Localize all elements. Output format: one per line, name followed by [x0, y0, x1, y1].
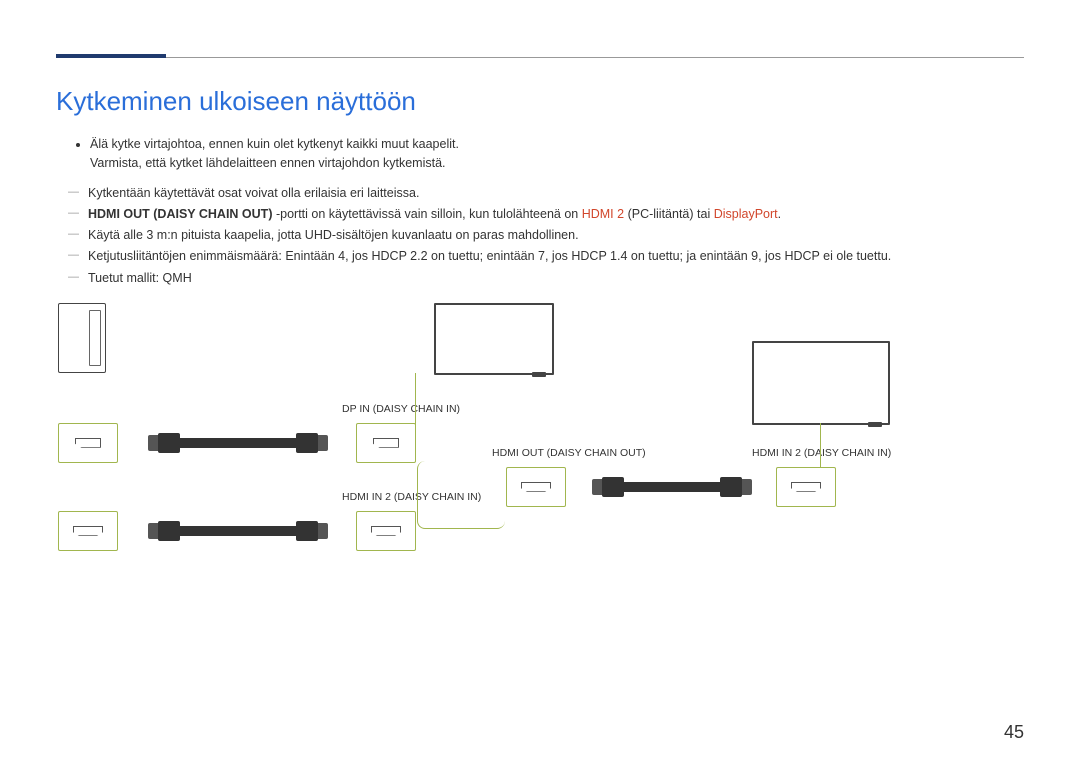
monitor-icon — [434, 303, 554, 375]
note-item: HDMI OUT (DAISY CHAIN OUT) -portti on kä… — [74, 204, 1024, 225]
hdmi-in2-port — [776, 467, 836, 507]
note-item: Tuetut mallit: QMH — [74, 268, 1024, 289]
connection-diagram: DP IN (DAISY CHAIN IN) HDMI IN 2 (DAISY … — [56, 303, 976, 603]
hdmi-out-port — [506, 467, 566, 507]
wire — [417, 461, 505, 529]
warning-text-2: Varmista, että kytket lähdelaitteen enne… — [90, 156, 446, 170]
monitor-icon — [752, 341, 890, 425]
page-number: 45 — [1004, 722, 1024, 743]
port-label-dp-in: DP IN (DAISY CHAIN IN) — [342, 403, 460, 415]
hdmi-source-port — [58, 511, 118, 551]
note-bold: HDMI OUT (DAISY CHAIN OUT) — [88, 207, 273, 221]
hdmi-daisy-cable — [624, 482, 720, 492]
notes-list: Kytkentään käytettävät osat voivat olla … — [56, 183, 1024, 289]
pc-icon — [58, 303, 106, 373]
note-item: Käytä alle 3 m:n pituista kaapelia, jott… — [74, 225, 1024, 246]
warning-item: Älä kytke virtajohtoa, ennen kuin olet k… — [90, 135, 1024, 173]
hdmi-in-port — [356, 511, 416, 551]
dp-source-port — [58, 423, 118, 463]
note-item: Kytkentään käytettävät osat voivat olla … — [74, 183, 1024, 204]
warning-list: Älä kytke virtajohtoa, ennen kuin olet k… — [56, 135, 1024, 173]
wire — [820, 423, 821, 467]
note-item: Ketjutusliitäntöjen enimmäismäärä: Enint… — [74, 246, 1024, 267]
port-label-hdmi-out: HDMI OUT (DAISY CHAIN OUT) — [492, 447, 646, 459]
note-text: . — [778, 207, 781, 221]
dp-in-port — [356, 423, 416, 463]
page-title: Kytkeminen ulkoiseen näyttöön — [56, 86, 1024, 117]
note-text: -portti on käytettävissä vain silloin, k… — [273, 207, 582, 221]
hdmi-cable — [180, 526, 296, 536]
warning-text-1: Älä kytke virtajohtoa, ennen kuin olet k… — [90, 137, 459, 151]
note-highlight: DisplayPort — [714, 207, 778, 221]
header-rule — [56, 48, 1024, 58]
note-highlight: HDMI 2 — [582, 207, 624, 221]
header-accent-bar — [56, 54, 166, 58]
wire — [415, 373, 416, 425]
port-label-hdmi-in2b: HDMI IN 2 (DAISY CHAIN IN) — [752, 447, 891, 459]
dp-cable — [180, 438, 296, 448]
note-text: (PC-liitäntä) tai — [624, 207, 714, 221]
